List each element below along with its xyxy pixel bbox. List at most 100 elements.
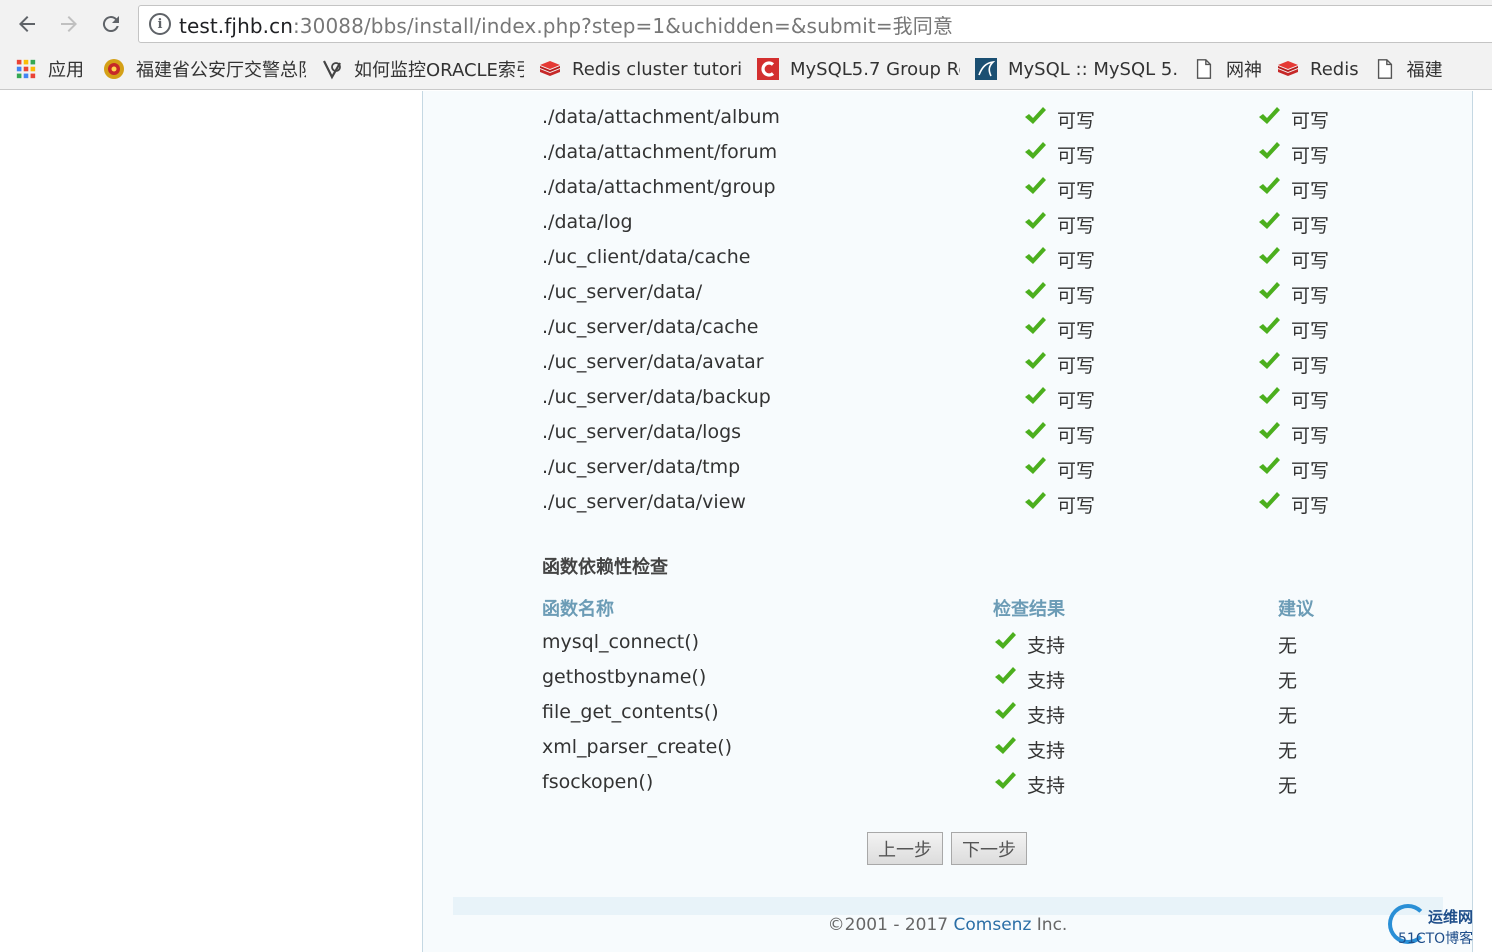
check-icon (1023, 490, 1047, 512)
address-bar[interactable]: i test.fjhb.cn:30088/bbs/install/index.p… (138, 5, 1492, 43)
prev-step-button[interactable]: 上一步 (867, 832, 943, 865)
func-name: xml_parser_create() (542, 736, 733, 758)
required-status: 可写 (1257, 106, 1329, 133)
page-right-border (1472, 91, 1473, 952)
browser-chrome: i test.fjhb.cn:30088/bbs/install/index.p… (0, 0, 1492, 90)
check-icon (1023, 140, 1047, 162)
bookmark-mysql-docs[interactable]: MySQL :: MySQL 5.7 (974, 54, 1178, 84)
dir-row: ./uc_server/data/tmp 可写 可写 (423, 452, 1472, 487)
header-func-name: 函数名称 (542, 599, 614, 620)
bookmark-oracle[interactable]: 如何监控ORACLE索引 (320, 54, 524, 84)
bookmark-apps[interactable]: 应用 (14, 54, 84, 84)
bookmark-police[interactable]: 福建省公安厅交警总队 (102, 54, 306, 84)
comsenz-link[interactable]: Comsenz (954, 915, 1032, 935)
current-status: 可写 (1023, 106, 1095, 133)
required-status: 可写 (1257, 281, 1329, 308)
dir-row: ./uc_server/data/cache 可写 可写 (423, 312, 1472, 347)
dir-row: ./data/attachment/group 可写 可写 (423, 172, 1472, 207)
dir-path: ./data/attachment/group (542, 176, 776, 198)
check-icon (1257, 490, 1281, 512)
check-icon (1257, 210, 1281, 232)
func-row: gethostbyname() 支持 无 (423, 662, 1472, 697)
func-name: mysql_connect() (542, 631, 700, 653)
check-icon (1023, 105, 1047, 127)
func-name: file_get_contents() (542, 701, 719, 723)
func-result: 支持 (993, 631, 1065, 658)
mysql-icon (974, 57, 998, 81)
dir-row: ./uc_server/data/可写 可写 (423, 277, 1472, 312)
current-status: 可写 (1023, 316, 1095, 343)
redis-icon (538, 57, 562, 81)
reload-icon (102, 16, 119, 33)
dir-path: ./uc_server/data/logs (542, 421, 742, 443)
required-status: 可写 (1257, 386, 1329, 413)
func-row: mysql_connect() 支持 无 (423, 627, 1472, 662)
check-icon (1023, 315, 1047, 337)
check-icon (993, 735, 1017, 757)
check-icon (1257, 175, 1281, 197)
func-check-title: 函数依赖性检查 (542, 557, 668, 578)
check-icon (1257, 280, 1281, 302)
header-advice: 建议 (1278, 599, 1314, 620)
dir-path: ./uc_server/data/cache (542, 316, 759, 338)
bookmark-wangshen[interactable]: 网神 (1192, 54, 1262, 84)
current-status: 可写 (1023, 386, 1095, 413)
current-status: 可写 (1023, 281, 1095, 308)
func-advice: 无 (1278, 635, 1298, 657)
bookmark-redis[interactable]: Redis (1276, 54, 1359, 84)
func-advice: 无 (1278, 705, 1298, 727)
dir-path: ./uc_server/data/avatar (542, 351, 764, 373)
check-icon (1257, 140, 1281, 162)
check-icon (1023, 175, 1047, 197)
dir-path: ./data/log (542, 211, 633, 233)
check-icon (1257, 385, 1281, 407)
current-status: 可写 (1023, 491, 1095, 518)
required-status: 可写 (1257, 316, 1329, 343)
dir-row: ./data/log 可写 可写 (423, 207, 1472, 242)
dir-row: ./uc_server/data/avatar 可写 可写 (423, 347, 1472, 382)
check-icon (993, 630, 1017, 652)
dir-row: ./data/attachment/album 可写 可写 (423, 102, 1472, 137)
check-icon (1023, 385, 1047, 407)
back-arrow-icon (19, 16, 35, 32)
current-status: 可写 (1023, 351, 1095, 378)
required-status: 可写 (1257, 351, 1329, 378)
header-check-result: 检查结果 (993, 599, 1065, 620)
forward-button[interactable] (52, 7, 86, 41)
dir-path: ./data/attachment/album (542, 106, 780, 128)
page-icon (1373, 57, 1397, 81)
func-result: 支持 (993, 701, 1065, 728)
watermark-logo: 运维网 51CTO博客 (1388, 904, 1492, 952)
dir-row: ./uc_server/data/view 可写 可写 (423, 487, 1472, 522)
bookmark-redis-tutorial[interactable]: Redis cluster tutorial (538, 54, 742, 84)
check-icon (1023, 420, 1047, 442)
check-icon (1257, 245, 1281, 267)
check-icon (1023, 455, 1047, 477)
police-badge-icon (102, 57, 126, 81)
dir-path: ./data/attachment/forum (542, 141, 778, 163)
check-icon (1257, 105, 1281, 127)
page-icon (1192, 57, 1216, 81)
bookmark-mysql-group[interactable]: MySQL5.7 Group Re (756, 54, 960, 84)
dir-path: ./uc_server/data/tmp (542, 456, 741, 478)
next-step-button[interactable]: 下一步 (951, 832, 1027, 865)
func-row: fsockopen() 支持 无 (423, 767, 1472, 802)
required-status: 可写 (1257, 141, 1329, 168)
dir-path: ./uc_server/data/ (542, 281, 703, 303)
bookmarks-bar: 应用 福建省公安厅交警总队 如何监控ORACLE索引 Redis cluster… (0, 50, 1492, 88)
current-status: 可写 (1023, 141, 1095, 168)
check-icon (993, 700, 1017, 722)
required-status: 可写 (1257, 176, 1329, 203)
func-name: gethostbyname() (542, 666, 707, 688)
check-icon (1023, 350, 1047, 372)
required-status: 可写 (1257, 211, 1329, 238)
func-advice: 无 (1278, 740, 1298, 762)
back-button[interactable] (10, 7, 44, 41)
check-icon (993, 665, 1017, 687)
required-status: 可写 (1257, 246, 1329, 273)
reload-button[interactable] (94, 7, 128, 41)
func-row: xml_parser_create() 支持 无 (423, 732, 1472, 767)
bookmark-fujian[interactable]: 福建 (1373, 54, 1443, 84)
required-status: 可写 (1257, 456, 1329, 483)
info-icon[interactable]: i (149, 13, 171, 35)
